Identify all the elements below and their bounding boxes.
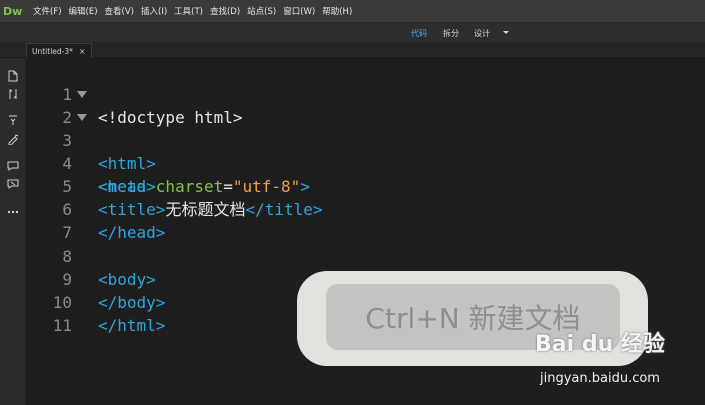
code-line[interactable]: 2 <html> — [26, 83, 705, 173]
baidu-jingyan-watermark-logo: Bai du 经验 — [535, 332, 665, 357]
code-line[interactable]: 8 <body> — [26, 222, 705, 289]
code-line[interactable]: 9 </body> — [26, 245, 705, 312]
code-line[interactable]: 1 <!doctype html> — [26, 60, 705, 127]
code-line[interactable]: 5 <title>无标题文档</title> — [26, 152, 705, 219]
menu-find[interactable]: 查找(D) — [210, 5, 240, 17]
coding-toolbar — [0, 58, 26, 405]
more-options-icon[interactable] — [7, 206, 19, 218]
menu-window[interactable]: 窗口(W) — [283, 5, 315, 17]
document-tab[interactable]: Untitled-3* × — [26, 43, 92, 58]
design-dropdown-chevron-icon[interactable] — [503, 31, 509, 34]
open-documents-icon[interactable] — [7, 70, 19, 82]
menu-help[interactable]: 帮助(H) — [322, 5, 352, 17]
document-tab-label: Untitled-3* — [32, 46, 73, 56]
design-view-button[interactable]: 设计 — [474, 28, 490, 39]
line-number: 11 — [52, 316, 72, 335]
code-line[interactable]: 7 — [26, 198, 705, 242]
split-view-button[interactable]: 拆分 — [443, 28, 459, 39]
dreamweaver-logo: Dw — [3, 4, 23, 18]
menu-tools[interactable]: 工具(T) — [174, 5, 203, 17]
fold-arrow-icon[interactable] — [77, 91, 87, 98]
remove-comment-icon[interactable] — [7, 178, 19, 190]
expand-all-icon[interactable] — [7, 114, 19, 126]
view-mode-bar: 代码 拆分 设计 — [0, 22, 705, 42]
html-close-tag: </html> — [98, 316, 166, 335]
menu-edit[interactable]: 编辑(E) — [69, 5, 98, 17]
menu-bar: Dw 文件(F) 编辑(E) 查看(V) 插入(I) 工具(T) 查找(D) 站… — [0, 0, 705, 22]
collapse-tag-icon[interactable] — [7, 88, 19, 100]
apply-comment-icon[interactable] — [7, 160, 19, 172]
close-tab-icon[interactable]: × — [79, 47, 86, 56]
menu-site[interactable]: 站点(S) — [247, 5, 276, 17]
wrap-tag-icon[interactable] — [7, 133, 19, 145]
baidu-jingyan-watermark-url: jingyan.baidu.com — [540, 371, 660, 386]
code-line[interactable]: 3 <head> — [26, 106, 705, 196]
menu-view[interactable]: 查看(V) — [105, 5, 134, 17]
document-tab-bar: Untitled-3* × — [0, 42, 705, 58]
code-line[interactable]: 4 <meta charset="utf-8"> — [26, 129, 705, 196]
fold-arrow-icon[interactable] — [77, 114, 87, 121]
menu-insert[interactable]: 插入(I) — [141, 5, 167, 17]
code-line[interactable]: 6 </head> — [26, 175, 705, 242]
dreamweaver-window: Dw 文件(F) 编辑(E) 查看(V) 插入(I) 工具(T) 查找(D) 站… — [0, 0, 705, 405]
menu-file[interactable]: 文件(F) — [33, 5, 62, 17]
code-view-button[interactable]: 代码 — [411, 28, 427, 39]
